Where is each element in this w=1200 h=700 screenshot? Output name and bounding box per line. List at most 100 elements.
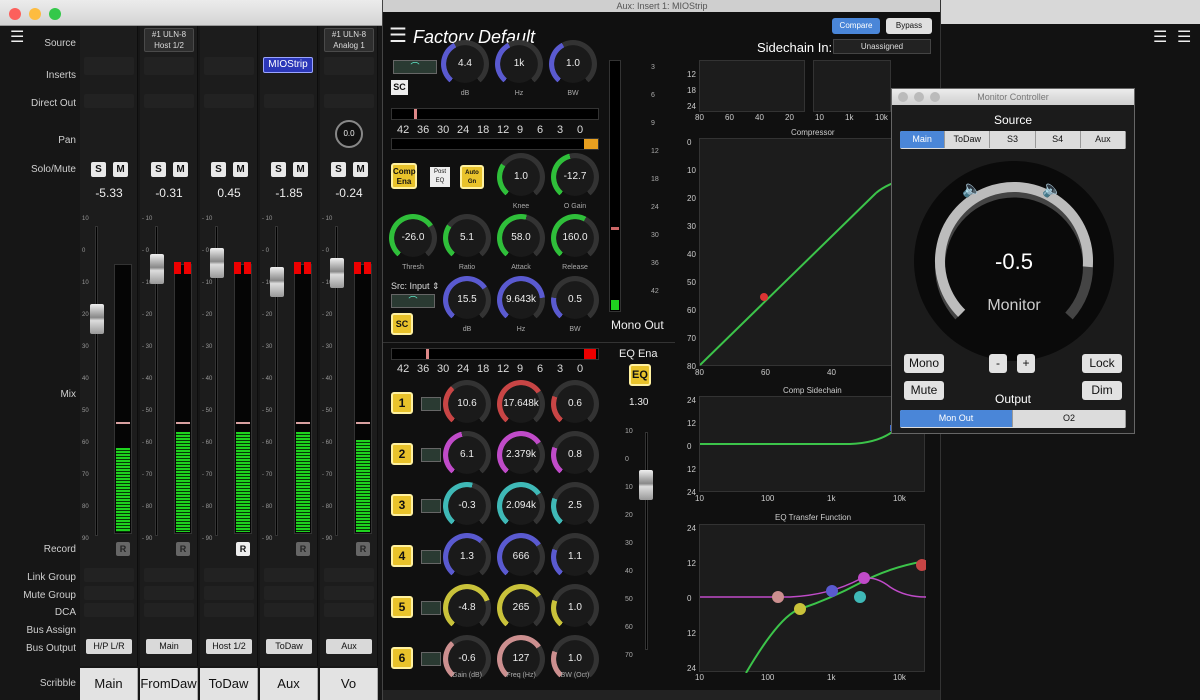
output-tab[interactable]: O2 [1013,410,1126,427]
top-knob[interactable]: 1k [495,40,543,88]
band-5-shape-button[interactable] [421,601,441,615]
mute-button[interactable]: M [293,162,308,177]
bus-output-button[interactable]: H/P L/R [86,639,132,654]
band-2-shape-button[interactable] [421,448,441,462]
lock-button[interactable]: Lock [1082,354,1122,373]
monitor-level-knob[interactable]: -0.5 Monitor [914,161,1114,361]
monitor-minimize-icon[interactable] [914,92,924,102]
monitor-zoom-icon[interactable] [930,92,940,102]
channel-fader[interactable] [210,248,224,279]
mono-button[interactable]: Mono [904,354,944,373]
auto-gain-button[interactable]: Auto Gn [460,165,484,189]
mute-group-slot[interactable] [264,586,314,600]
mute-group-slot[interactable] [84,586,134,600]
minimize-icon[interactable] [29,8,41,20]
comp-enable-button[interactable]: Comp Ena [391,163,417,189]
band-freq-knob[interactable]: 265 [497,584,545,632]
monitor-close-icon[interactable] [898,92,908,102]
band-6-shape-button[interactable] [421,652,441,666]
link-group-slot[interactable] [264,568,314,582]
background-menu-icon[interactable]: ☰ [1153,30,1167,46]
top-knob[interactable]: 4.4 [441,40,489,88]
direct-out-slot[interactable] [144,94,194,108]
mute-button[interactable]: M [353,162,368,177]
level-plus-button[interactable]: + [1017,354,1035,373]
mute-button[interactable]: M [173,162,188,177]
scribble-strip[interactable]: Main [80,668,138,700]
source-tab[interactable]: Aux [1080,131,1126,148]
solo-button[interactable]: S [211,162,226,177]
fader-track[interactable] [95,226,98,536]
comp-knob[interactable]: 1.0 [497,153,545,201]
top-knob[interactable]: 1.0 [549,40,597,88]
eq-gain-fader[interactable] [639,470,653,500]
top-sc-button[interactable]: SC [391,80,408,95]
band-gain-knob[interactable]: 6.1 [443,431,491,479]
direct-out-slot[interactable] [264,94,314,108]
channel-fader[interactable] [150,254,164,285]
source-selector[interactable]: #1 ULN-8 Host 1/2 [144,28,194,52]
comp-knob[interactable]: -26.0 [389,214,437,262]
link-group-slot[interactable] [84,568,134,582]
pan-knob[interactable]: 0.0 [335,120,363,148]
scribble-strip[interactable]: ToDaw [200,668,258,700]
sc-knob[interactable]: 0.5 [551,276,599,324]
bus-output-button[interactable]: Host 1/2 [206,639,252,654]
dca-slot[interactable] [264,603,314,617]
band-bw-knob[interactable]: 2.5 [551,482,599,530]
band-gain-knob[interactable]: 10.6 [443,380,491,428]
band-bw-knob[interactable]: 0.6 [551,380,599,428]
link-group-slot[interactable] [204,568,254,582]
sc-filter-shape-button[interactable]: ⌒ [391,294,435,308]
bus-output-button[interactable]: Main [146,639,192,654]
comp-knob[interactable]: -12.7 [551,153,599,201]
comp-knob[interactable]: 58.0 [497,214,545,262]
sc-knob[interactable]: 9.643k [497,276,545,324]
dca-slot[interactable] [204,603,254,617]
close-icon[interactable] [9,8,21,20]
band-bw-knob[interactable]: 1.1 [551,533,599,581]
band-1-enable-button[interactable]: 1 [391,392,413,414]
mute-button[interactable]: M [233,162,248,177]
solo-button[interactable]: S [151,162,166,177]
source-tab[interactable]: S4 [1035,131,1081,148]
direct-out-slot[interactable] [324,94,374,108]
background-menu-icon-2[interactable]: ☰ [1177,30,1191,46]
band-gain-knob[interactable]: -4.8 [443,584,491,632]
band-5-enable-button[interactable]: 5 [391,596,413,618]
scribble-strip[interactable]: Aux [260,668,318,700]
comp-knob[interactable]: 160.0 [551,214,599,262]
source-tab[interactable]: ToDaw [945,131,991,148]
direct-out-slot[interactable] [204,94,254,108]
record-button[interactable]: R [176,542,190,556]
zoom-icon[interactable] [49,8,61,20]
dca-slot[interactable] [84,603,134,617]
solo-button[interactable]: S [271,162,286,177]
mute-group-slot[interactable] [324,586,374,600]
mute-button[interactable]: M [113,162,128,177]
band-freq-knob[interactable]: 2.379k [497,431,545,479]
sc-knob[interactable]: 15.5 [443,276,491,324]
record-button[interactable]: R [236,542,250,556]
eq-enable-button[interactable]: EQ [629,364,651,386]
band-freq-knob[interactable]: 17.648k [497,380,545,428]
channel-fader[interactable] [330,257,344,288]
source-tab[interactable]: S3 [990,131,1036,148]
src-select[interactable]: Src: Input ⇕ [391,281,440,292]
level-minus-button[interactable]: - [989,354,1007,373]
insert-slot-button[interactable]: MIOStrip [263,57,313,73]
record-button[interactable]: R [356,542,370,556]
band-3-shape-button[interactable] [421,499,441,513]
sidechain-select[interactable]: Unassigned [833,39,931,54]
band-bw-knob[interactable]: 0.8 [551,431,599,479]
band-gain-knob[interactable]: 1.3 [443,533,491,581]
eq-gain-fader-track[interactable] [645,432,648,650]
insert-slot[interactable] [144,57,194,75]
record-button[interactable]: R [116,542,130,556]
source-selector[interactable]: #1 ULN-8 Analog 1 [324,28,374,52]
band-bw-knob[interactable]: 1.0 [551,584,599,632]
band-freq-knob[interactable]: 666 [497,533,545,581]
insert-slot[interactable] [204,57,254,75]
band-1-shape-button[interactable] [421,397,441,411]
dca-slot[interactable] [144,603,194,617]
